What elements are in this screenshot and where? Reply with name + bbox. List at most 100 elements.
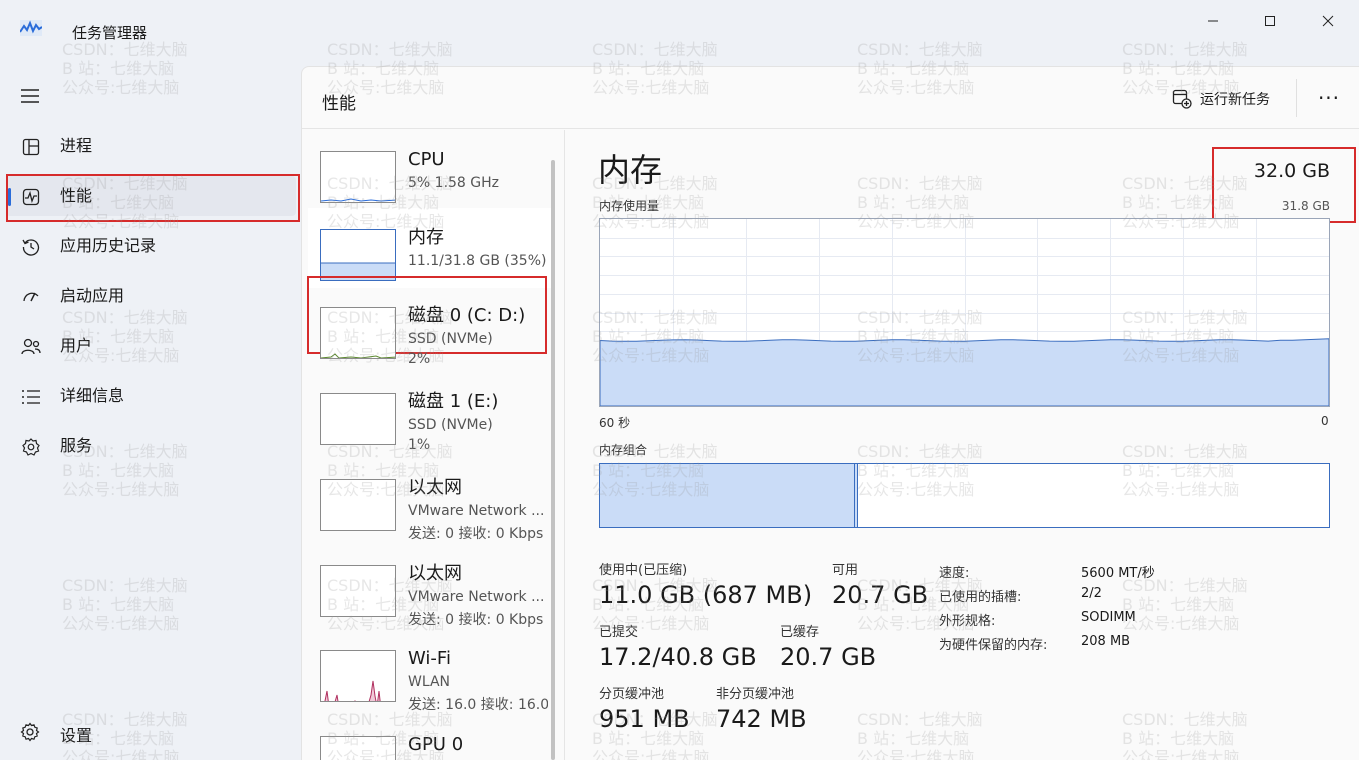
maximize-button[interactable] — [1247, 6, 1293, 36]
resource-detail: SSD (NVMe) — [408, 331, 493, 347]
disk-0-thumbnail-graph — [320, 307, 396, 359]
settings-label: 设置 — [60, 726, 93, 745]
main-panel: 性能 运行新任务 ··· CPU 5% 1.58 GHz 内存 11.1/31.… — [301, 66, 1359, 760]
nav-item-users[interactable]: 用户 — [6, 326, 296, 366]
usage-graph-label: 内存使用量 — [599, 199, 660, 213]
stat-value: 742 MB — [716, 705, 807, 733]
stat-label: 非分页缓冲池 — [716, 687, 795, 702]
resource-item-wifi[interactable]: Wi-Fi WLAN 发送: 16.0 接收: 16.0 — [308, 629, 553, 713]
detail-title: 内存 — [598, 151, 663, 189]
resource-item-gpu-0[interactable]: GPU 0 — [308, 715, 553, 760]
resource-name: 磁盘 0 (C: D:) — [408, 305, 526, 326]
services-icon — [20, 436, 42, 458]
startup-icon — [20, 286, 42, 308]
composition-modified — [855, 464, 858, 527]
users-icon — [20, 336, 42, 358]
memory-detail-panel: 内存 32.0 GB 31.8 GB 内存使用量 60 秒 0 内存组合 使用中… — [566, 130, 1359, 760]
stat-cached: 已缓存 20.7 GB — [780, 624, 876, 672]
more-options-button[interactable]: ··· — [1314, 83, 1344, 113]
stat-value: 20.7 GB — [832, 581, 929, 609]
run-new-task-button[interactable]: 运行新任务 — [1172, 87, 1270, 111]
nav-item-performance[interactable]: 性能 — [6, 174, 300, 222]
task-manager-icon — [20, 20, 42, 36]
composition-label: 内存组合 — [599, 443, 648, 457]
spec-label-speed: 速度: — [939, 566, 970, 581]
maximize-icon — [1265, 16, 1275, 26]
spec-value-form-factor: SODIMM — [1081, 610, 1136, 625]
resource-item-disk-0[interactable]: 磁盘 0 (C: D:) SSD (NVMe) 2% — [308, 286, 553, 367]
page-title: 性能 — [322, 94, 356, 114]
nav-item-app-history[interactable]: 应用历史记录 — [6, 226, 296, 266]
nav-label: 启动应用 — [60, 286, 125, 305]
spec-value-speed: 5600 MT/秒 — [1081, 566, 1155, 581]
resource-detail: 1% — [408, 437, 431, 453]
resource-name: 以太网 — [408, 563, 462, 584]
nav-item-services[interactable]: 服务 — [6, 426, 296, 466]
watermark-line: B 站：七维大脑 — [62, 595, 175, 614]
stat-available: 可用 20.7 GB — [832, 562, 928, 610]
resource-item-disk-1[interactable]: 磁盘 1 (E:) SSD (NVMe) 1% — [308, 372, 553, 453]
watermark-text: CSDN：七维大脑 B 站：七维大脑 公众号:七维大脑 — [62, 576, 188, 633]
resource-name: 内存 — [408, 227, 444, 248]
stat-label: 分页缓冲池 — [599, 687, 665, 702]
performance-icon — [20, 186, 42, 208]
memory-composition-bar — [599, 463, 1330, 528]
header-separator — [1296, 79, 1297, 117]
stat-label: 使用中(已压缩) — [599, 563, 688, 578]
watermark-line: 公众号:七维大脑 — [62, 78, 180, 97]
history-icon — [20, 236, 42, 258]
stat-label: 可用 — [832, 563, 859, 578]
memory-usage-area — [599, 338, 1330, 407]
wifi-thumbnail-graph — [320, 650, 396, 702]
resource-list-scrollbar[interactable] — [551, 160, 555, 760]
resource-item-ethernet-2[interactable]: 以太网 VMware Network ... 发送: 0 接收: 0 Kbps — [308, 544, 553, 628]
watermark-line: CSDN：七维大脑 — [62, 576, 188, 595]
spec-value-reserved: 208 MB — [1081, 634, 1131, 649]
resource-item-ethernet-1[interactable]: 以太网 VMware Network ... 发送: 0 接收: 0 Kbps — [308, 458, 553, 542]
nav-item-settings[interactable]: 设置 — [6, 712, 296, 752]
highlight-box — [1212, 147, 1356, 223]
active-indicator — [8, 188, 11, 206]
watermark-line: 公众号:七维大脑 — [62, 480, 180, 499]
processes-icon — [20, 136, 42, 158]
nav-item-details[interactable]: 详细信息 — [6, 376, 296, 416]
resource-name: 磁盘 1 (E:) — [408, 391, 499, 412]
nav-label: 服务 — [60, 436, 93, 455]
resource-detail: 5% 1.58 GHz — [408, 175, 500, 191]
spec-label-form-factor: 外形规格: — [939, 614, 996, 629]
ethernet-2-thumbnail-graph — [320, 565, 396, 617]
stat-label: 已缓存 — [780, 625, 820, 640]
graph-axis-time-label: 60 秒 — [599, 416, 631, 430]
nav-item-processes[interactable]: 进程 — [6, 126, 296, 166]
stat-value: 11.0 GB (687 MB) — [599, 581, 813, 609]
memory-usage-graph — [599, 218, 1330, 407]
details-icon — [20, 386, 42, 408]
stat-nonpaged-pool: 非分页缓冲池 742 MB — [716, 686, 807, 734]
resource-detail: 发送: 0 接收: 0 Kbps — [408, 612, 544, 628]
resource-detail: VMware Network ... — [408, 589, 545, 605]
app-title: 任务管理器 — [72, 24, 148, 42]
stat-value: 951 MB — [599, 705, 690, 733]
list-separator — [564, 130, 565, 760]
run-new-task-label: 运行新任务 — [1200, 92, 1270, 108]
nav-item-startup[interactable]: 启动应用 — [6, 276, 296, 316]
minimize-button[interactable] — [1190, 6, 1236, 36]
hamburger-menu-icon[interactable] — [20, 86, 42, 106]
resource-item-cpu[interactable]: CPU 5% 1.58 GHz — [308, 130, 553, 210]
resource-detail: SSD (NVMe) — [408, 417, 493, 433]
spec-label-reserved: 为硬件保留的内存: — [939, 638, 1048, 653]
stat-value: 20.7 GB — [780, 643, 877, 671]
resource-detail: 发送: 0 接收: 0 Kbps — [408, 526, 544, 542]
resource-detail: WLAN — [408, 674, 451, 690]
stat-committed: 已提交 17.2/40.8 GB — [599, 624, 757, 672]
gear-icon — [20, 722, 40, 746]
resource-name: GPU 0 — [408, 734, 464, 755]
resource-name: Wi-Fi — [408, 648, 451, 669]
new-task-icon — [1172, 89, 1192, 109]
memory-thumbnail-graph — [320, 229, 396, 281]
resource-detail: 11.1/31.8 GB (35%) — [408, 253, 547, 269]
resource-name: 以太网 — [408, 477, 462, 498]
graph-axis-zero-label: 0 — [1321, 414, 1329, 428]
main-header: 性能 运行新任务 ··· — [302, 67, 1359, 129]
close-button[interactable] — [1305, 6, 1351, 36]
